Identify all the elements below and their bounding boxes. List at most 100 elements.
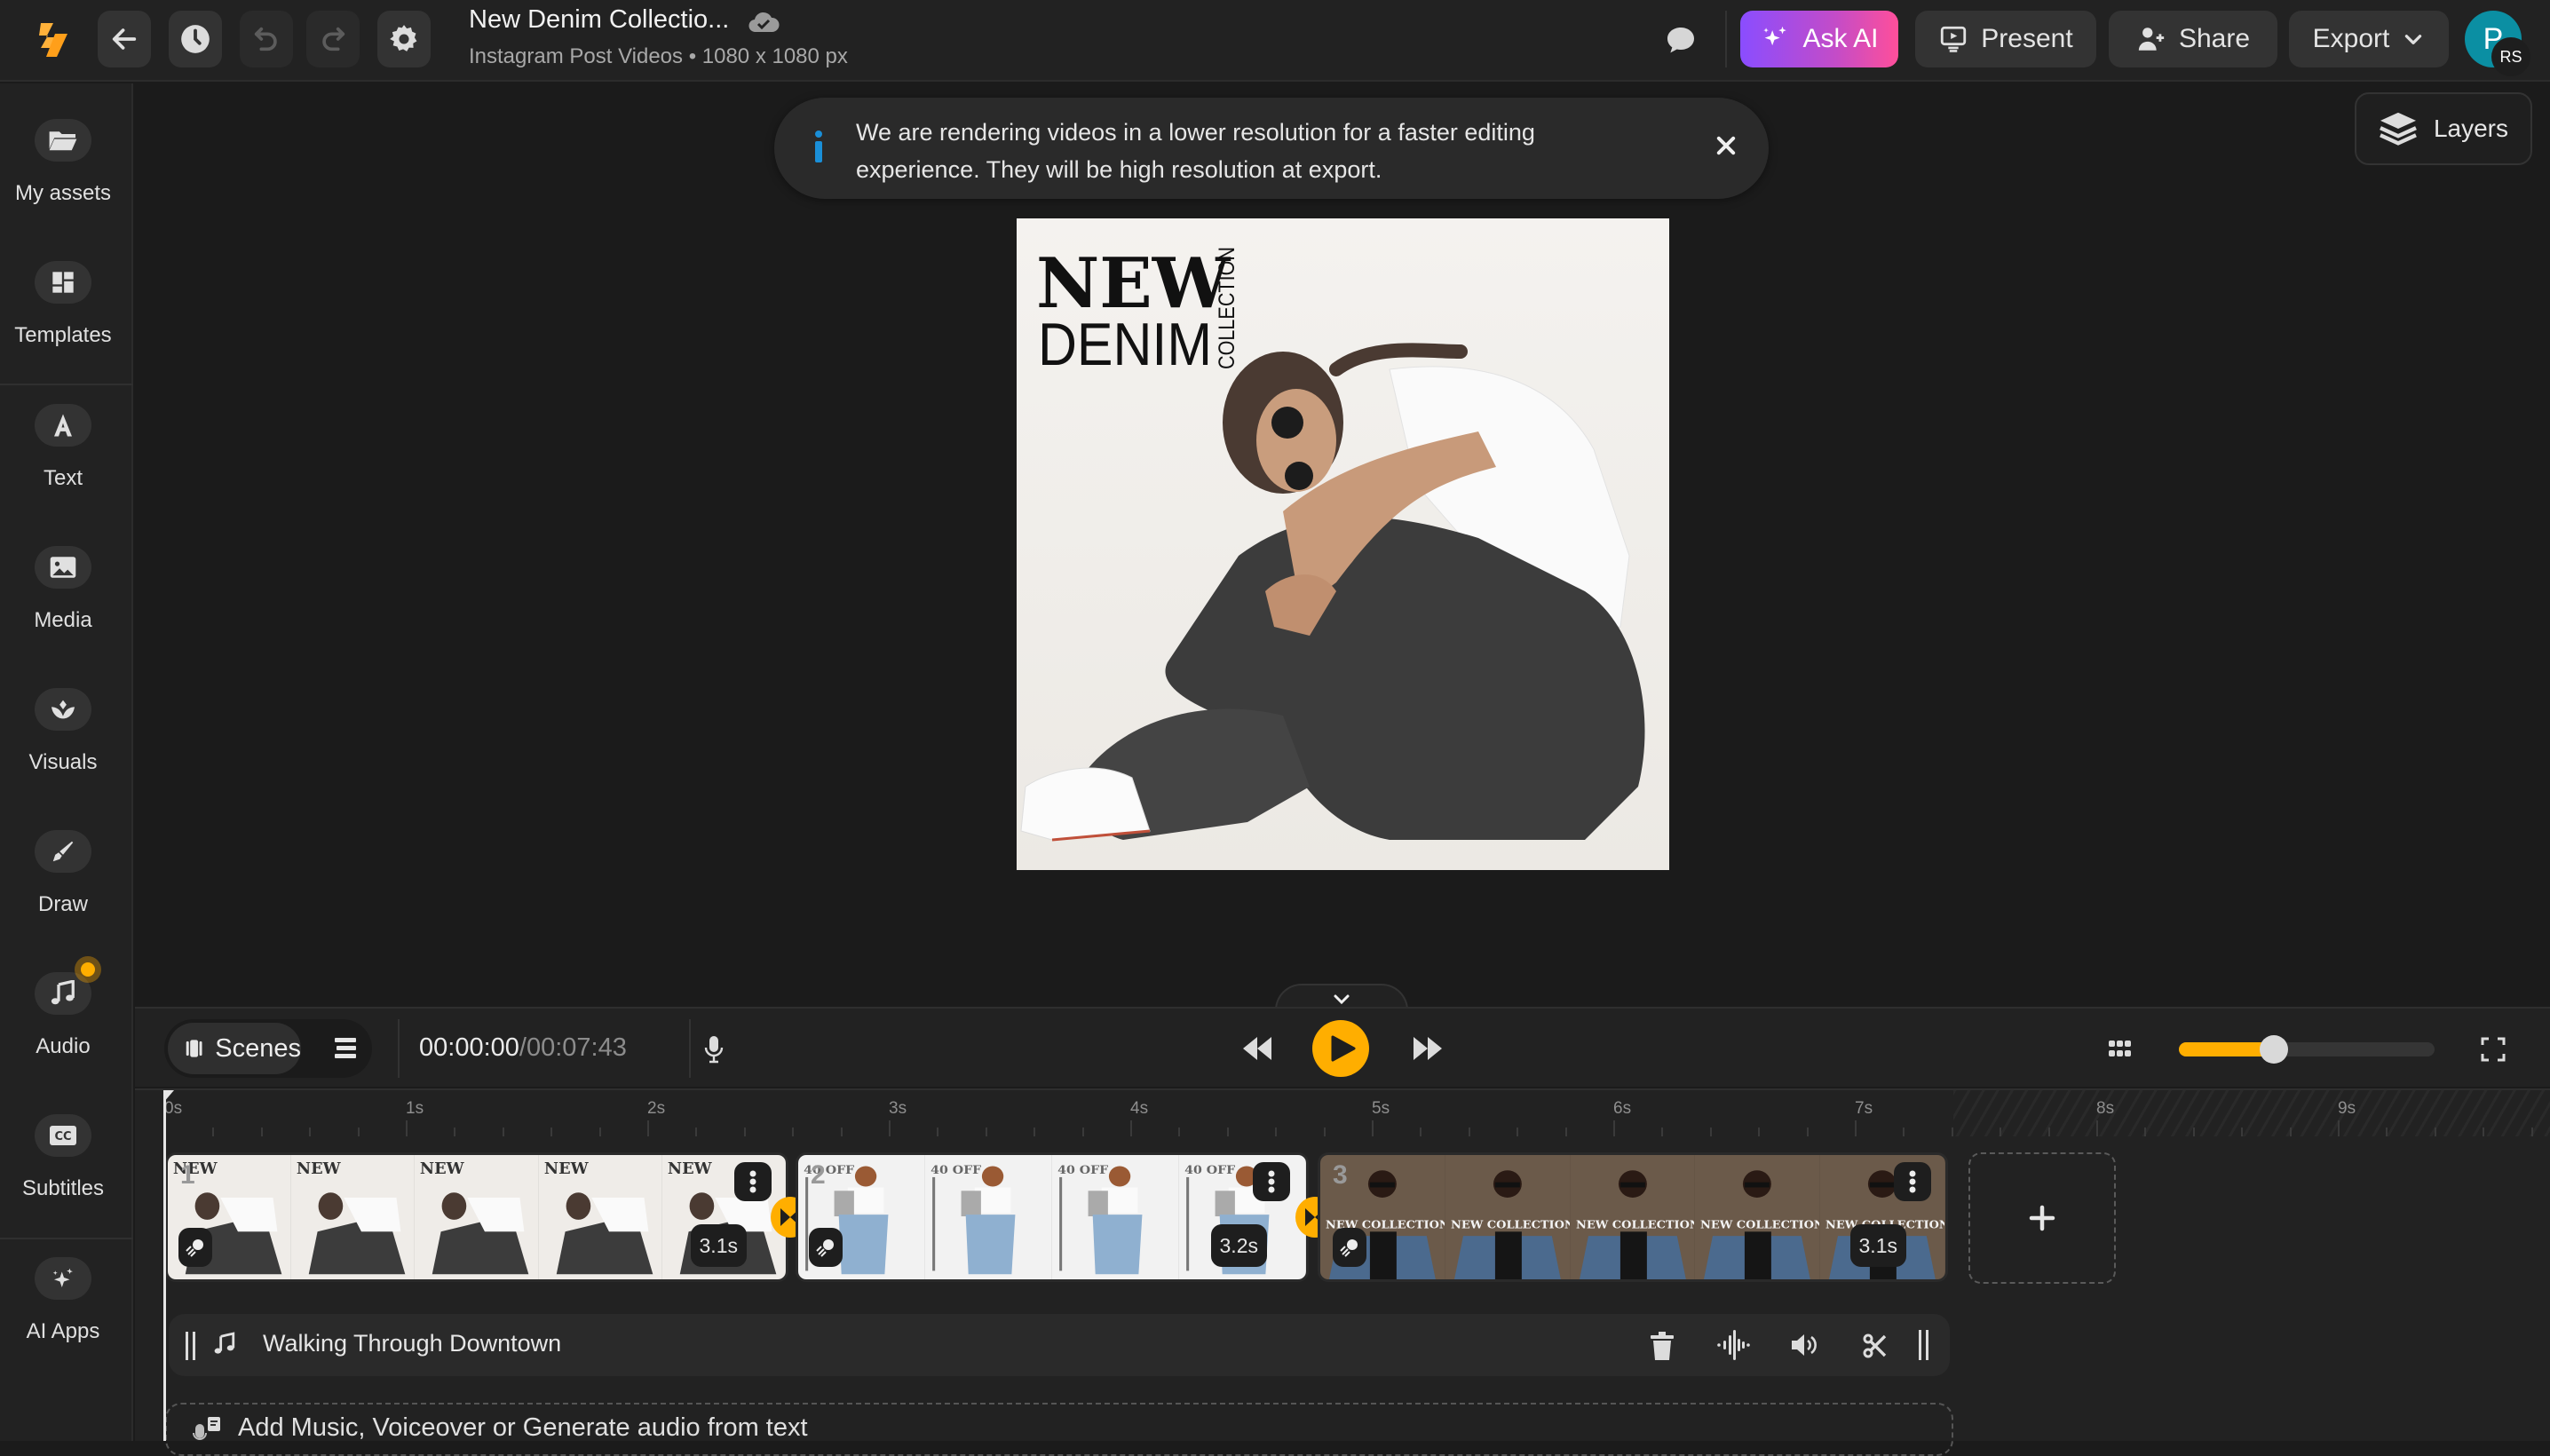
fast-forward-icon [1414,1037,1442,1060]
list-view-button[interactable] [333,1037,358,1060]
scene-duration[interactable]: 3.2s [1210,1224,1267,1267]
list-icon [335,1038,356,1058]
export-button[interactable]: Export [2289,11,2449,67]
scene-animation-button[interactable] [809,1228,843,1267]
ruler-tick [454,1128,456,1136]
redo-icon [322,27,345,51]
sidebar-label: Subtitles [21,1176,105,1200]
fullscreen-button[interactable] [2481,1037,2506,1062]
scene-animation-button[interactable] [1333,1228,1366,1267]
sidebar-item-draw[interactable]: Draw [0,830,133,963]
ruler-tick [2000,1128,2002,1136]
volume-button[interactable] [1790,1332,1818,1358]
sidebar-item-audio[interactable]: Audio [0,956,133,1105]
scene-thumbnail: 40 OFF [925,1155,1052,1279]
brand-logo-icon[interactable] [34,18,73,62]
layers-label: Layers [2433,115,2509,142]
undo-button[interactable] [240,11,293,67]
total-time: /00:07:43 [519,1033,627,1062]
ruler-tick [550,1128,553,1136]
ruler-tick [1758,1128,1761,1136]
svg-text:NEW COLLECTION: NEW COLLECTION [1700,1218,1819,1231]
team-avatar[interactable]: RS [2491,37,2530,76]
scene-number: 1 [180,1160,195,1190]
ask-ai-button[interactable]: Ask AI [1740,11,1898,67]
scene-thumbnail: NEW COLLECTION [1445,1155,1571,1279]
scene-menu-button[interactable] [1253,1162,1290,1201]
microphone-icon [704,1036,724,1064]
sidebar-item-my-assets[interactable]: My assets [0,119,133,252]
audio-track[interactable]: Walking Through Downtown [169,1314,1950,1376]
comment-icon [1667,28,1694,53]
scene-menu-button[interactable] [1894,1162,1931,1201]
fast-forward-button[interactable] [1412,1035,1444,1062]
ruler-tick [647,1120,649,1136]
playhead[interactable] [163,1090,174,1441]
ruler-tick [1081,1128,1084,1136]
back-button[interactable] [98,11,151,67]
ruler-tick [695,1128,698,1136]
ruler-tick-label: 4s [1130,1099,1149,1118]
more-vertical-icon [1909,1170,1916,1193]
settings-button[interactable] [377,11,431,67]
grid-view-button[interactable] [2109,1041,2132,1058]
divider [1725,11,1727,67]
scene-menu-button[interactable] [734,1162,772,1201]
scene-clip-2[interactable]: 40 OFF 40 OFF 40 OFF 40 OFF 2 3.2s [796,1152,1309,1282]
sidebar-item-subtitles[interactable]: CC Subtitles [0,1114,133,1247]
scene-animation-button[interactable] [178,1228,212,1267]
scene-clip-1[interactable]: NEW NEW NEW NEW NEW 1 3.1s [165,1152,788,1282]
play-button[interactable] [1312,1020,1369,1077]
close-toast-button[interactable] [1714,133,1738,158]
sidebar-item-ai-apps[interactable]: AI Apps [0,1257,133,1390]
timeline-ruler[interactable]: 0s 1s 2s 3s 4s 5s 6s 7s 8s 9s [164,1090,2550,1136]
sidebar-label: Media [34,608,92,632]
add-audio-button[interactable]: Add Music, Voiceover or Generate audio f… [165,1403,1953,1456]
scene-thumbnail: NEW [415,1155,539,1279]
delete-audio-button[interactable] [1650,1332,1675,1360]
voiceover-icon [192,1415,224,1447]
document-title[interactable]: New Denim Collectio... [469,5,729,35]
waveform-icon [1717,1330,1750,1360]
history-button[interactable] [169,11,222,67]
scenes-view-button[interactable]: Scenes [168,1023,301,1074]
audio-trim-handle-left[interactable] [185,1332,197,1360]
animation-icon [1340,1239,1358,1257]
split-audio-button[interactable] [1863,1333,1888,1358]
ruler-tick [406,1120,408,1136]
present-button[interactable]: Present [1915,11,2096,67]
timecode: 00:00:00/00:07:43 [419,1033,627,1063]
share-button[interactable]: Share [2109,11,2277,67]
sidebar-item-text[interactable]: Text [0,404,133,537]
add-scene-button[interactable] [1968,1152,2116,1284]
ruler-tick [1517,1128,1519,1136]
record-voiceover-button[interactable] [704,1035,724,1064]
scene-duration[interactable]: 3.1s [1849,1224,1906,1267]
slider-handle[interactable] [2259,1035,2288,1064]
layers-button[interactable]: Layers [2355,92,2532,165]
cc-icon: CC [35,1114,91,1157]
audio-trim-handle-right[interactable] [1918,1330,1930,1360]
sidebar-item-templates[interactable]: Templates [0,261,133,394]
scene-duration[interactable]: 3.1s [690,1224,747,1267]
ruler-tick [2434,1128,2436,1136]
left-sidebar: My assets Templates Text Media Visuals D… [0,83,133,1441]
audio-waveform-button[interactable] [1717,1330,1751,1360]
sidebar-divider [0,1238,133,1239]
scene-clip-3[interactable]: NEW COLLECTION NEW COLLECTION NEW COLLEC… [1318,1152,1948,1282]
artboard-canvas[interactable]: NEW DENIM COLLECTION [1017,218,1669,870]
comments-button[interactable] [1663,23,1699,59]
music-icon [213,1332,236,1357]
rewind-button[interactable] [1241,1035,1273,1062]
timeline-zoom-slider[interactable] [2179,1035,2435,1064]
ruler-tick [792,1128,795,1136]
sidebar-label: Draw [37,892,88,916]
sidebar-item-visuals[interactable]: Visuals [0,688,133,821]
scenes-icon [186,1040,202,1057]
sidebar-item-media[interactable]: Media [0,546,133,679]
redo-button[interactable] [306,11,360,67]
scenes-label: Scenes [215,1033,301,1063]
volume-icon [1792,1334,1817,1356]
close-icon [1716,136,1736,155]
ruler-tick [502,1128,504,1136]
